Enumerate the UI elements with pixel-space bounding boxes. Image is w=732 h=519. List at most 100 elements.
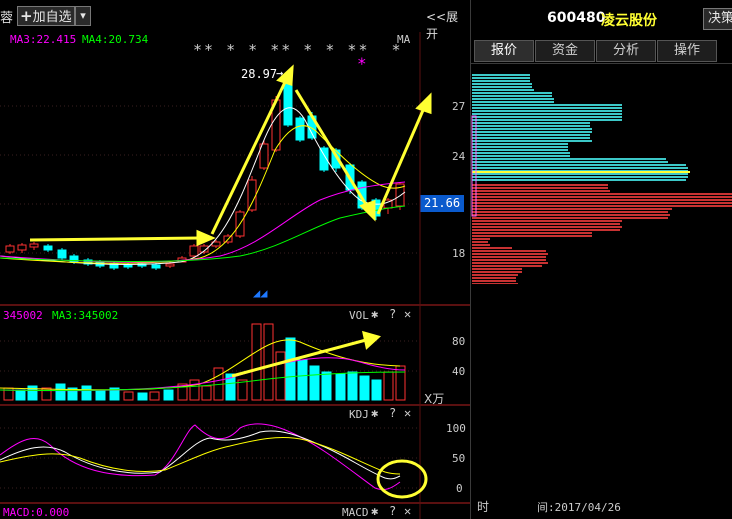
volume-bar	[383, 371, 394, 401]
kdj-tick-100: 100	[446, 422, 466, 435]
candle-body	[57, 249, 67, 259]
volume-bar	[335, 373, 346, 401]
profile-bar	[472, 146, 568, 148]
profile-bar	[472, 208, 672, 210]
tab-analysis[interactable]: 分析	[596, 40, 656, 62]
profile-bar	[472, 238, 490, 240]
volume-bar	[371, 379, 382, 401]
vol-close-icon[interactable]: ✕	[404, 307, 411, 321]
profile-bar	[472, 214, 670, 216]
macd-close-icon[interactable]: ✕	[404, 504, 411, 518]
profile-bar	[472, 110, 622, 112]
vol-unit: X万	[424, 392, 445, 406]
profile-bar	[472, 193, 732, 195]
profile-bar	[472, 235, 592, 237]
date-value: 间:2017/04/26	[537, 501, 621, 514]
profile-bar	[472, 134, 590, 136]
arrow-flat	[29, 236, 201, 242]
profile-bar	[472, 125, 590, 127]
arrow-flat-head	[196, 229, 216, 247]
decision-button[interactable]: 决策	[703, 8, 732, 30]
profile-bar	[472, 283, 518, 284]
decision-button-label: 决策	[708, 11, 732, 26]
profile-bar	[472, 268, 522, 270]
macd-help-icon[interactable]: ?	[389, 504, 396, 518]
volume-bar	[309, 365, 320, 401]
separator-kdj-macd	[0, 502, 470, 504]
profile-bar	[472, 83, 532, 85]
profile-bar	[472, 262, 548, 264]
profile-bar	[472, 152, 570, 154]
profile-bar	[472, 274, 518, 276]
candle-body	[247, 179, 257, 211]
separator-vol-kdj	[0, 404, 470, 406]
profile-bar	[472, 101, 554, 103]
kdj-k-line	[0, 430, 401, 480]
profile-bar	[472, 220, 622, 222]
volume-bar	[359, 375, 370, 401]
profile-current-line	[472, 171, 690, 173]
vol-tick-80: 80	[452, 335, 466, 348]
profile-bar	[472, 176, 688, 178]
profile-bar	[472, 95, 552, 97]
volume-profile-bars	[472, 74, 732, 284]
profile-bar	[472, 77, 530, 79]
profile-bar	[472, 80, 530, 82]
profile-bar	[472, 205, 732, 207]
profile-bar	[472, 167, 688, 169]
profile-bar	[472, 217, 668, 219]
volume-bar	[15, 389, 26, 401]
profile-bar	[472, 137, 590, 139]
vol-gear-icon[interactable]: ✱	[371, 307, 378, 321]
arrow-rise	[210, 79, 288, 235]
profile-bar	[472, 131, 592, 133]
profile-bar	[472, 247, 512, 249]
profile-bar	[472, 253, 548, 255]
profile-bar	[472, 116, 622, 118]
macd-value: MACD:0.000	[3, 506, 70, 519]
profile-bar	[472, 140, 592, 142]
volume-bar	[275, 351, 286, 401]
profile-bar	[472, 164, 686, 166]
kdj-gear-icon[interactable]: ✱	[371, 406, 378, 420]
tab-funds[interactable]: 资金	[535, 40, 595, 62]
arrow-drop	[294, 89, 370, 209]
profile-bar	[472, 122, 590, 124]
kdj-close-icon[interactable]: ✕	[404, 406, 411, 420]
profile-bar	[472, 155, 570, 157]
candle-body	[151, 264, 161, 269]
volume-bar	[149, 391, 160, 401]
volume-bar	[55, 383, 66, 401]
volume-bar	[285, 337, 296, 401]
stock-info-panel: 600480 凌云股份 决策 报价 资金 分析 操作 时 间:2017/04/2…	[470, 0, 732, 519]
profile-bar	[472, 158, 666, 160]
vol-value: 345002	[3, 309, 43, 322]
annotation-arrows	[29, 64, 432, 378]
profile-bar	[472, 143, 568, 145]
macd-name: MACD	[342, 506, 369, 519]
profile-bar	[472, 271, 522, 273]
profile-bar	[472, 232, 592, 234]
macd-gear-icon[interactable]: ✱	[371, 504, 378, 518]
volume-bar	[347, 371, 358, 401]
kdj-j-line	[0, 423, 401, 491]
profile-bar	[472, 128, 592, 130]
chart-canvas	[0, 32, 470, 519]
candle-body	[43, 245, 53, 251]
profile-bar	[472, 92, 552, 94]
volume-bar	[251, 323, 262, 401]
profile-bar	[472, 104, 622, 106]
kdj-help-icon[interactable]: ?	[389, 406, 396, 420]
volume-bars	[3, 323, 406, 401]
volume-bar	[237, 379, 248, 401]
profile-bar	[472, 250, 546, 252]
arrow-volume-head	[362, 330, 382, 350]
candle-body	[295, 117, 305, 141]
vol-help-icon[interactable]: ?	[389, 307, 396, 321]
tab-quote[interactable]: 报价	[474, 40, 534, 62]
tab-operation[interactable]: 操作	[657, 40, 717, 62]
profile-bar	[472, 173, 688, 175]
volume-bar	[123, 391, 134, 401]
kdj-highlight-circle	[376, 459, 428, 499]
candle-body	[123, 264, 133, 268]
